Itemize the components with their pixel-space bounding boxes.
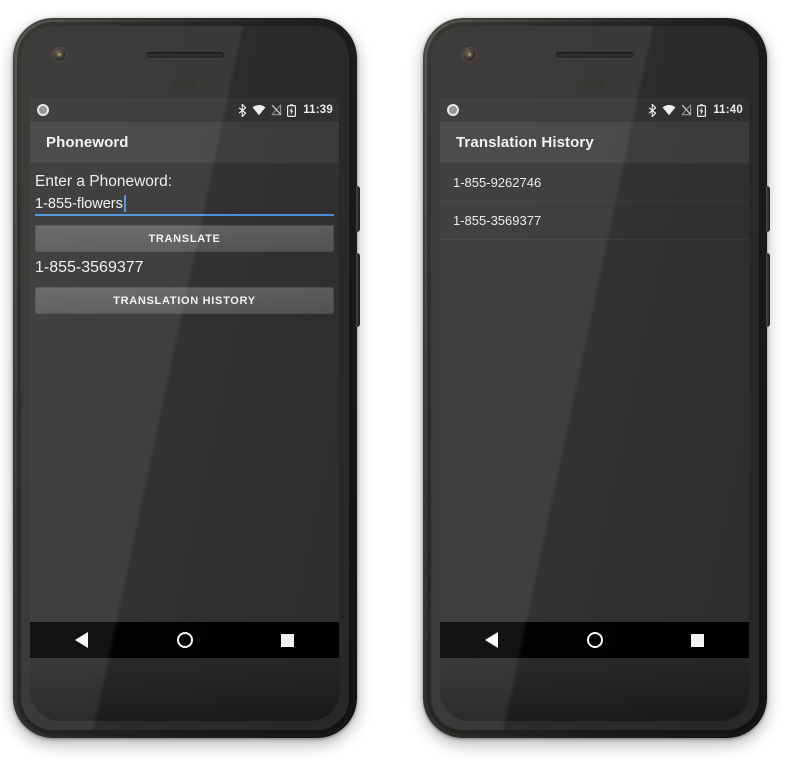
status-bar-left (37, 104, 49, 116)
front-camera-icon (463, 48, 476, 61)
earpiece-speaker-icon (556, 52, 634, 58)
phoneword-input[interactable]: 1-855-flowers (35, 195, 334, 216)
screenshot-stage: 11:39 Phoneword Enter a Phoneword: 1-855… (0, 0, 800, 763)
mobile-signal-off-icon (681, 104, 692, 116)
nav-recents-button[interactable] (260, 622, 316, 658)
translate-button[interactable]: TRANSLATE (35, 225, 334, 252)
power-button[interactable] (766, 186, 770, 232)
list-item[interactable]: 1-855-3569377 (440, 202, 749, 240)
volume-rocker-button[interactable] (356, 253, 360, 327)
status-bar: 11:39 (30, 98, 339, 122)
translation-history-list: 1-855-9262746 1-855-3569377 (440, 164, 749, 240)
home-icon (586, 632, 603, 648)
phone-glass-front: 11:39 Phoneword Enter a Phoneword: 1-855… (21, 26, 349, 730)
proximity-sensor-icon (583, 80, 607, 88)
status-bar-clock: 11:39 (303, 104, 333, 116)
nav-recents-button[interactable] (670, 622, 726, 658)
phone-bottom-bezel (440, 658, 750, 721)
power-button[interactable] (356, 186, 360, 232)
circle-notification-icon (37, 104, 49, 116)
phone-device-phoneword: 11:39 Phoneword Enter a Phoneword: 1-855… (13, 18, 360, 738)
back-icon (75, 632, 88, 648)
action-bar: Phoneword (30, 122, 339, 164)
front-camera-icon (53, 48, 66, 61)
phoneword-field-label: Enter a Phoneword: (35, 173, 173, 190)
action-bar: Translation History (440, 122, 749, 164)
navigation-bar (30, 622, 339, 658)
bluetooth-icon (648, 103, 657, 117)
circle-notification-icon (447, 104, 459, 116)
phone-glass-front: 11:40 Translation History 1-855-9262746 … (431, 26, 759, 730)
mobile-signal-off-icon (271, 104, 282, 116)
nav-back-button[interactable] (464, 622, 520, 658)
status-bar-right: 11:40 (648, 103, 743, 117)
phone-device-translation-history: 11:40 Translation History 1-855-9262746 … (423, 18, 770, 738)
translation-history-button[interactable]: TRANSLATION HISTORY (35, 287, 334, 314)
wifi-icon (662, 104, 676, 116)
status-bar: 11:40 (440, 98, 749, 122)
battery-charging-icon (697, 103, 707, 117)
list-item[interactable]: 1-855-9262746 (440, 164, 749, 202)
earpiece-speaker-icon (146, 52, 224, 58)
phoneword-input-value: 1-855-flowers (35, 195, 123, 212)
proximity-sensor-icon (173, 80, 197, 88)
home-icon (176, 632, 193, 648)
app-content-phoneword: Enter a Phoneword: 1-855-flowers TRANSLA… (30, 164, 339, 314)
nav-home-button[interactable] (567, 622, 623, 658)
volume-rocker-button[interactable] (766, 253, 770, 327)
phone-screen-phoneword: 11:39 Phoneword Enter a Phoneword: 1-855… (30, 98, 339, 658)
nav-home-button[interactable] (157, 622, 213, 658)
nav-back-button[interactable] (54, 622, 110, 658)
page-title: Phoneword (46, 134, 129, 151)
phone-screen-translation-history: 11:40 Translation History 1-855-9262746 … (440, 98, 749, 658)
translation-result: 1-855-3569377 (35, 259, 144, 276)
battery-charging-icon (287, 103, 297, 117)
text-caret-icon (123, 195, 126, 212)
wifi-icon (252, 104, 266, 116)
recents-icon (281, 633, 294, 647)
bluetooth-icon (238, 103, 247, 117)
status-bar-right: 11:39 (238, 103, 333, 117)
status-bar-clock: 11:40 (713, 104, 743, 116)
phone-bottom-bezel (30, 658, 340, 721)
status-bar-left (447, 104, 459, 116)
recents-icon (691, 633, 704, 647)
navigation-bar (440, 622, 749, 658)
page-title: Translation History (456, 134, 594, 151)
back-icon (485, 632, 498, 648)
